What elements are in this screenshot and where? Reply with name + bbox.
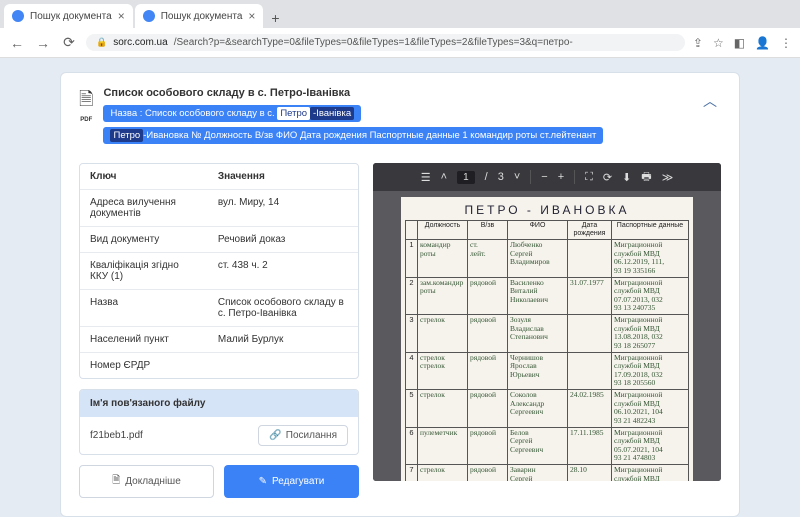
file-name: f21beb1.pdf — [90, 430, 250, 441]
table-row: Номер ЄРДР — [80, 352, 358, 378]
rotate-icon[interactable]: ⟳ — [603, 171, 612, 184]
table-row: Адреса вилучення документіввул. Миру, 14 — [80, 189, 358, 226]
link-icon: 🔗 — [269, 430, 281, 441]
scan-col-header: Должность — [418, 221, 468, 240]
share-icon[interactable]: ⇪ — [693, 36, 703, 50]
scan-table: ДолжностьВ/звФИОДата рожденияПаспортные … — [405, 220, 689, 481]
edit-button[interactable]: ✎ Редагувати — [224, 465, 359, 498]
url-host: sorc.com.ua — [113, 37, 167, 48]
forward-icon[interactable]: → — [34, 35, 52, 51]
scan-row: 5стрелокрядовойСоколов Александр Сергеев… — [406, 390, 689, 428]
favicon-icon — [12, 10, 24, 22]
address-bar[interactable]: 🔒 sorc.com.ua/Search?p=&searchType=0&fil… — [86, 34, 685, 51]
browser-toolbar: ← → ⟳ 🔒 sorc.com.ua/Search?p=&searchType… — [0, 28, 800, 58]
scan-row: 4стрелок стрелокрядовойЧернишов Ярослав … — [406, 352, 689, 390]
page-up-icon[interactable]: ˄ — [441, 171, 447, 183]
edit-icon: ✎ — [259, 476, 267, 487]
extension-icon[interactable]: ◧ — [734, 36, 745, 50]
match-badge-content: Петро-Ивановка № Должность В/зв ФИО Дата… — [103, 127, 603, 144]
sidebar-toggle-icon[interactable]: ☰ — [421, 171, 431, 184]
match-badge-title: Назва : Список особового складу в с. Пет… — [103, 105, 361, 122]
document-card: 🗎 PDF Список особового складу в с. Петро… — [60, 72, 740, 517]
metadata-table: Ключ Значення Адреса вилучення документі… — [79, 163, 359, 379]
pdf-file-icon: 🗎 PDF — [79, 87, 93, 123]
lock-icon: 🔒 — [96, 37, 107, 48]
table-row: НазваСписок особового складу в с. Петро-… — [80, 289, 358, 326]
details-button[interactable]: 🗎 Докладніше — [79, 465, 214, 498]
close-icon[interactable]: × — [118, 9, 125, 23]
fit-icon[interactable]: ⛶ — [585, 171, 593, 184]
col-key: Ключ — [80, 164, 208, 189]
scan-col-header: ФИО — [508, 221, 568, 240]
new-tab-button[interactable]: + — [265, 8, 285, 28]
document-icon: 🗎 — [112, 473, 120, 490]
scan-title: ПЕТРО - ИВАНОВКА — [405, 203, 689, 217]
scan-col-header — [406, 221, 418, 240]
browser-tab-2[interactable]: Пошук документа × — [135, 4, 264, 28]
scan-col-header: В/зв — [468, 221, 508, 240]
page-total-sep: / — [485, 171, 488, 183]
scan-row: 3стрелокрядовойЗозуля Владислав Степанов… — [406, 315, 689, 353]
related-file-block: Ім'я пов'язаного файлу f21beb1.pdf 🔗 Пос… — [79, 389, 359, 455]
page-current[interactable]: 1 — [457, 171, 475, 184]
tab-title: Пошук документа — [30, 11, 112, 22]
scan-row: 6пулеметчикрядовойБелов Сергей Сергеевич… — [406, 427, 689, 465]
pdf-toolbar: ☰ ˄ 1 / 3 ˅ − + ⛶ ⟳ ⬇ 🖶 ≫ — [373, 163, 721, 191]
zoom-in-icon[interactable]: + — [558, 171, 564, 183]
col-value: Значення — [208, 164, 358, 189]
profile-icon[interactable]: 👤 — [755, 36, 770, 50]
table-row: Вид документуРечовий доказ — [80, 226, 358, 252]
close-icon[interactable]: × — [248, 9, 255, 23]
table-row: Населений пунктМалий Бурлук — [80, 326, 358, 352]
browser-tab-1[interactable]: Пошук документа × — [4, 4, 133, 28]
download-icon[interactable]: ⬇ — [622, 171, 631, 184]
page-total: 3 — [498, 171, 504, 183]
link-button[interactable]: 🔗 Посилання — [258, 425, 348, 446]
scan-col-header: Паспортные данные — [612, 221, 689, 240]
pdf-page[interactable]: ПЕТРО - ИВАНОВКА ДолжностьВ/звФИОДата ро… — [373, 191, 721, 481]
page-down-icon[interactable]: ˅ — [514, 171, 520, 183]
scan-row: 1командир ротыст. лейт.Любченко Сергей В… — [406, 240, 689, 278]
browser-tab-strip: Пошук документа × Пошук документа × + — [0, 0, 800, 28]
back-icon[interactable]: ← — [8, 35, 26, 51]
star-icon[interactable]: ☆ — [713, 36, 724, 50]
document-title: Список особового складу в с. Петро-Івані… — [103, 87, 689, 99]
more-icon[interactable]: ≫ — [662, 171, 674, 184]
zoom-out-icon[interactable]: − — [541, 171, 547, 183]
url-path: /Search?p=&searchType=0&fileTypes=0&file… — [174, 37, 573, 48]
reload-icon[interactable]: ⟳ — [60, 34, 78, 51]
scan-col-header: Дата рождения — [568, 221, 612, 240]
tab-title: Пошук документа — [161, 11, 243, 22]
favicon-icon — [143, 10, 155, 22]
menu-icon[interactable]: ⋮ — [780, 36, 792, 50]
table-row: Кваліфікація згідно ККУ (1)ст. 438 ч. 2 — [80, 252, 358, 289]
pdf-viewer: ☰ ˄ 1 / 3 ˅ − + ⛶ ⟳ ⬇ 🖶 ≫ — [373, 163, 721, 481]
scan-row: 7стрелокрядовойЗаварин Сергей Сергеевич2… — [406, 465, 689, 481]
related-file-header: Ім'я пов'язаного файлу — [80, 390, 358, 417]
scan-row: 2зам.командир ротырядовойВасиленко Витал… — [406, 277, 689, 315]
chevron-up-icon: ︿ — [703, 93, 717, 109]
scanned-document: ПЕТРО - ИВАНОВКА ДолжностьВ/звФИОДата ро… — [401, 197, 693, 481]
print-icon[interactable]: 🖶 — [641, 168, 651, 187]
collapse-toggle[interactable]: ︿ — [699, 87, 721, 115]
